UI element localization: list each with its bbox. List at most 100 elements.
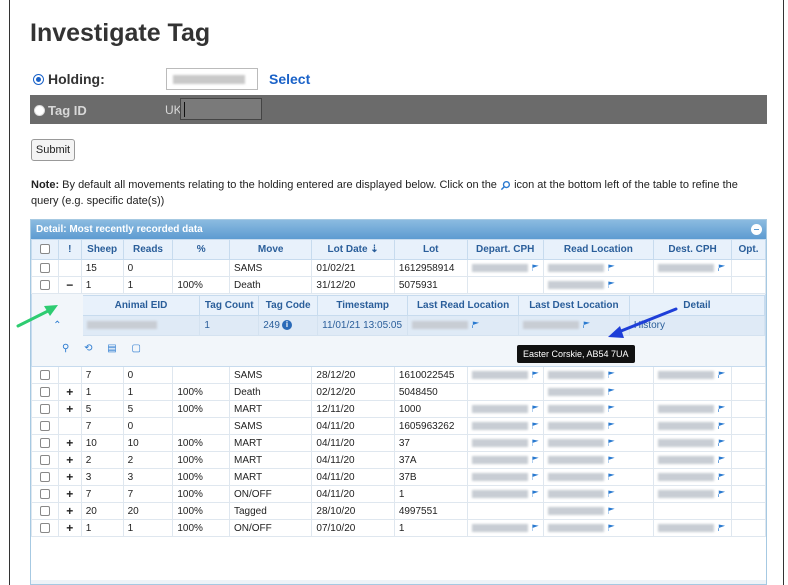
column-header-lot-date[interactable]: Lot Date ⇣ bbox=[311, 239, 395, 260]
flag-icon[interactable] bbox=[718, 456, 726, 464]
checkbox-cell[interactable] bbox=[31, 519, 59, 537]
flag-icon[interactable] bbox=[718, 439, 726, 447]
sub-column-header[interactable]: Last Dest Location bbox=[518, 294, 630, 316]
checkbox-cell[interactable] bbox=[31, 366, 59, 384]
expand-cell[interactable] bbox=[57, 259, 82, 277]
flag-icon[interactable] bbox=[531, 473, 539, 481]
expand-icon[interactable]: + bbox=[57, 434, 82, 452]
flag-icon[interactable] bbox=[531, 264, 539, 272]
flag-icon[interactable] bbox=[531, 456, 539, 464]
checkbox-cell[interactable] bbox=[31, 259, 59, 277]
table-row[interactable]: +20 20 100% Tagged 28/10/20 4997551 bbox=[31, 502, 766, 520]
opt-cell[interactable] bbox=[731, 383, 766, 401]
column-header[interactable]: Sheep bbox=[80, 239, 124, 260]
row-checkbox[interactable] bbox=[39, 437, 50, 448]
flag-icon[interactable] bbox=[583, 321, 590, 329]
sub-column-header[interactable]: Tag Count bbox=[199, 294, 260, 316]
flag-icon[interactable] bbox=[607, 371, 615, 379]
flag-icon[interactable] bbox=[607, 507, 615, 515]
refresh-icon[interactable]: ⟲ bbox=[84, 343, 92, 354]
table-row[interactable]: 7 0 SAMS 04/11/20 1605963262 bbox=[31, 417, 766, 435]
expand-icon[interactable]: + bbox=[57, 451, 82, 469]
flag-icon[interactable] bbox=[718, 422, 726, 430]
opt-cell[interactable] bbox=[731, 259, 766, 277]
checkbox-cell[interactable] bbox=[31, 468, 59, 486]
checkbox-cell[interactable] bbox=[31, 276, 59, 294]
flag-icon[interactable] bbox=[607, 473, 615, 481]
column-header[interactable]: Move bbox=[228, 239, 313, 260]
table-row[interactable]: 7 0 SAMS 28/12/20 1610022545 bbox=[31, 366, 766, 384]
flag-icon[interactable] bbox=[718, 264, 726, 272]
flag-icon[interactable] bbox=[607, 524, 615, 532]
column-header[interactable]: % bbox=[172, 239, 230, 260]
table-row[interactable]: +10 10 100% MART 04/11/20 37 bbox=[31, 434, 766, 452]
flag-icon[interactable] bbox=[718, 405, 726, 413]
row-checkbox[interactable] bbox=[39, 262, 50, 273]
expand-icon[interactable]: + bbox=[57, 468, 82, 486]
checkbox-cell[interactable] bbox=[31, 383, 59, 401]
opt-cell[interactable] bbox=[731, 276, 766, 294]
flag-icon[interactable] bbox=[607, 456, 615, 464]
opt-cell[interactable] bbox=[731, 417, 766, 435]
checkbox-cell[interactable] bbox=[31, 451, 59, 469]
collapse-row-icon[interactable]: − bbox=[57, 276, 82, 294]
search-icon[interactable]: ⚲ bbox=[62, 343, 69, 354]
table-row[interactable]: +7 7 100% ON/OFF 04/11/20 1 bbox=[31, 485, 766, 503]
table-row[interactable]: 15 0 SAMS 01/02/21 1612958914 bbox=[31, 259, 766, 277]
flag-icon[interactable] bbox=[531, 422, 539, 430]
table-row[interactable]: +2 2 100% MART 04/11/20 37A bbox=[31, 451, 766, 469]
opt-cell[interactable] bbox=[731, 366, 766, 384]
table-row[interactable]: +1 1 100% Death 02/12/20 5048450 bbox=[31, 383, 766, 401]
flag-icon[interactable] bbox=[607, 490, 615, 498]
sub-column-header[interactable]: Timestamp bbox=[317, 294, 409, 316]
holding-radio[interactable] bbox=[33, 73, 44, 85]
expand-icon[interactable]: + bbox=[57, 383, 82, 401]
expand-icon[interactable]: + bbox=[57, 519, 82, 537]
table-row[interactable]: +1 1 100% ON/OFF 07/10/20 1 bbox=[31, 519, 766, 537]
print-icon[interactable]: ▤ bbox=[107, 343, 116, 354]
tag-input[interactable] bbox=[180, 98, 262, 120]
sub-column-header[interactable]: Tag Code bbox=[258, 294, 319, 316]
info-icon[interactable]: i bbox=[281, 319, 292, 330]
row-checkbox[interactable] bbox=[39, 420, 50, 431]
table-row[interactable]: +3 3 100% MART 04/11/20 37B bbox=[31, 468, 766, 486]
opt-cell[interactable] bbox=[731, 468, 766, 486]
tag-option[interactable]: Tag ID bbox=[34, 103, 87, 118]
flag-icon[interactable] bbox=[607, 405, 615, 413]
flag-icon[interactable] bbox=[531, 405, 539, 413]
column-header[interactable]: Depart. CPH bbox=[466, 239, 544, 260]
opt-cell[interactable] bbox=[731, 434, 766, 452]
expand-cell[interactable] bbox=[57, 417, 82, 435]
opt-cell[interactable] bbox=[731, 400, 766, 418]
flag-icon[interactable] bbox=[607, 264, 615, 272]
flag-icon[interactable] bbox=[607, 439, 615, 447]
opt-cell[interactable] bbox=[731, 519, 766, 537]
expand-icon[interactable]: + bbox=[57, 502, 82, 520]
checkbox-cell[interactable] bbox=[31, 417, 59, 435]
caret-up-icon[interactable]: ⌃ bbox=[32, 314, 83, 336]
flag-icon[interactable] bbox=[718, 371, 726, 379]
row-checkbox[interactable] bbox=[39, 369, 50, 380]
flag-icon[interactable] bbox=[718, 490, 726, 498]
flag-icon[interactable] bbox=[718, 524, 726, 532]
checkbox-cell[interactable] bbox=[31, 434, 59, 452]
submit-button[interactable]: Submit bbox=[31, 139, 75, 161]
row-checkbox[interactable] bbox=[39, 454, 50, 465]
column-header[interactable]: Reads bbox=[122, 239, 174, 260]
row-checkbox[interactable] bbox=[39, 488, 50, 499]
checkbox-cell[interactable] bbox=[31, 502, 59, 520]
table-row[interactable]: −1 1 100% Death 31/12/20 5075931 bbox=[31, 276, 766, 294]
checkbox-cell[interactable] bbox=[31, 485, 59, 503]
column-header[interactable]: Lot bbox=[393, 239, 468, 260]
sub-data-row[interactable]: ⌃ 1 249 i 11/01/21 13:05:05 History bbox=[32, 314, 765, 336]
sub-column-header[interactable]: Animal EID bbox=[81, 294, 201, 316]
expand-cell[interactable] bbox=[57, 366, 82, 384]
table-row[interactable]: +5 5 100% MART 12/11/20 1000 bbox=[31, 400, 766, 418]
flag-icon[interactable] bbox=[607, 422, 615, 430]
holding-option[interactable]: Holding: bbox=[33, 71, 105, 87]
collapse-icon[interactable] bbox=[751, 224, 762, 235]
checkbox-cell[interactable] bbox=[31, 400, 59, 418]
select-link[interactable]: Select bbox=[269, 71, 310, 87]
column-header[interactable]: Opt. bbox=[731, 239, 766, 260]
opt-cell[interactable] bbox=[731, 502, 766, 520]
